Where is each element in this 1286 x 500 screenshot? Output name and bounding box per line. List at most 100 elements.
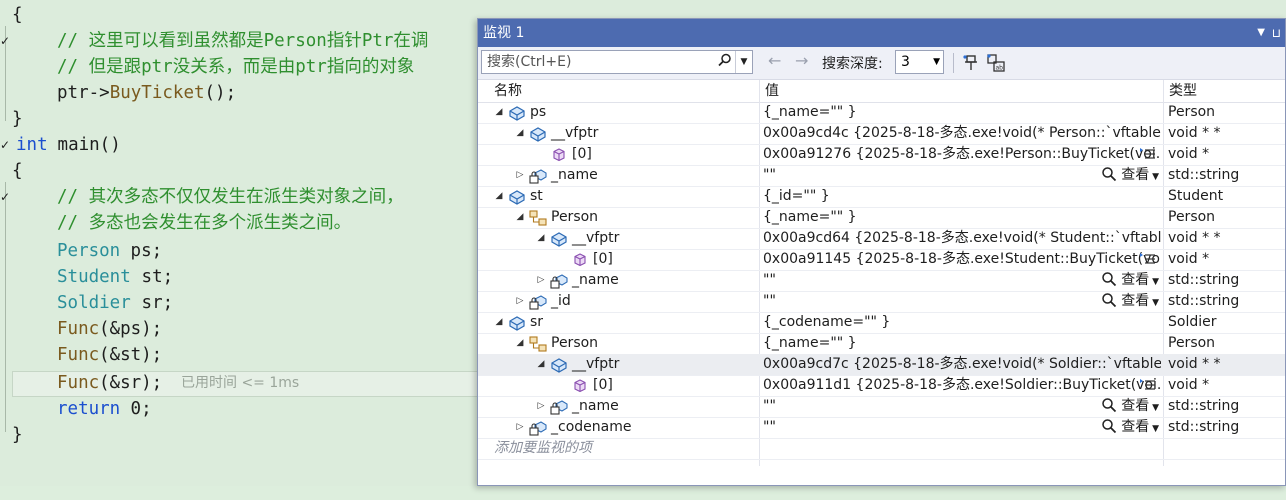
watch-row-value-cell[interactable]: {_name="" }: [763, 333, 1161, 354]
search-options-dropdown-icon[interactable]: ▼: [735, 51, 752, 73]
column-header-name[interactable]: 名称: [494, 80, 522, 102]
watch-row-type: void *: [1168, 146, 1210, 162]
watch-row-value-cell[interactable]: "" 查看 ▼: [763, 291, 1161, 312]
watch-window: 监视 1 ▼ ⊔ 搜索(Ctrl+E) ▼ ← → 搜索深度: 3 ▼ ab 名…: [477, 18, 1286, 486]
viewer-button[interactable]: 查看 ▼: [1101, 165, 1159, 186]
code-comment: // 多态也会发生在多个派生类之间。: [57, 213, 352, 233]
collapse-triangle-icon[interactable]: ◢: [494, 102, 504, 123]
collapse-triangle-icon[interactable]: ◢: [515, 207, 525, 228]
collapse-chevron-icon[interactable]: ✓: [0, 132, 14, 158]
collapse-chevron-icon[interactable]: ✓: [0, 184, 14, 210]
watch-title-bar[interactable]: 监视 1 ▼ ⊔: [478, 19, 1285, 47]
watch-row[interactable]: ▷ _name "" 查看 ▼ std::string: [478, 165, 1285, 187]
watch-row-value-cell[interactable]: 0x00a9cd64 {2025-8-18-多态.exe!void(* Stud…: [763, 228, 1161, 249]
code-line: Func (&st);: [0, 342, 162, 368]
expand-triangle-icon[interactable]: ▷: [536, 270, 546, 291]
watch-row-value-cell[interactable]: 0x00a911d1 {2025-8-18-多态.exe!Soldier::Bu…: [763, 375, 1161, 396]
watch-row[interactable]: ◢ Person {_name="" } Person: [478, 333, 1285, 355]
search-next-icon[interactable]: →: [795, 51, 808, 70]
window-menu-icon[interactable]: ▼: [1257, 19, 1265, 47]
hex-display-icon[interactable]: ab: [986, 53, 1006, 73]
watch-row-value: {_codename="" }: [763, 314, 891, 330]
collapse-triangle-icon[interactable]: ◢: [536, 354, 546, 375]
expand-triangle-icon[interactable]: ▷: [515, 165, 525, 186]
collapse-triangle-icon[interactable]: ◢: [494, 186, 504, 207]
viewer-label: 查看: [1121, 167, 1150, 183]
watch-row-value-cell[interactable]: {_codename="" }: [763, 312, 1161, 333]
viewer-button[interactable]: 查看 ▼: [1101, 417, 1159, 438]
expand-triangle-icon[interactable]: ▷: [536, 396, 546, 417]
viewer-button[interactable]: 查看 ▼: [1101, 291, 1159, 312]
watch-row-value-cell[interactable]: 0x00a9cd7c {2025-8-18-多态.exe!void(* Sold…: [763, 354, 1161, 375]
watch-row-value-cell[interactable]: {_id="" }: [763, 186, 1161, 207]
type-name: Student: [57, 267, 131, 287]
watch-row-value: "": [763, 272, 776, 288]
viewer-button[interactable]: 查看 ▼: [1101, 396, 1159, 417]
watch-row-name: _id: [551, 293, 571, 309]
watch-row[interactable]: [0] 0x00a911d1 {2025-8-18-多态.exe!Soldier:…: [478, 375, 1285, 397]
search-input[interactable]: 搜索(Ctrl+E) ▼: [481, 50, 753, 74]
search-previous-icon[interactable]: ←: [768, 51, 781, 70]
search-icon[interactable]: [718, 53, 732, 67]
column-header-type[interactable]: 类型: [1169, 80, 1197, 102]
format-list-icon[interactable]: [1139, 378, 1157, 392]
watch-row-value-cell[interactable]: "" 查看 ▼: [763, 396, 1161, 417]
code-comment: // 这里可以看到虽然都是Person指针Ptr在调: [57, 31, 429, 51]
watch-row-value-cell[interactable]: {_name="" }: [763, 207, 1161, 228]
watch-row[interactable]: ◢ __vfptr 0x00a9cd4c {2025-8-18-多态.exe!voi…: [478, 123, 1285, 145]
collapse-triangle-icon[interactable]: ◢: [515, 333, 525, 354]
watch-row-value-cell[interactable]: "" 查看 ▼: [763, 270, 1161, 291]
watch-row[interactable]: ▷ _name "" 查看 ▼ std::string: [478, 396, 1285, 418]
watch-row[interactable]: [0] 0x00a91276 {2025-8-18-多态.exe!Person::…: [478, 144, 1285, 166]
watch-row-value-cell[interactable]: {_name="" }: [763, 102, 1161, 123]
watch-row[interactable]: ◢ __vfptr 0x00a9cd64 {2025-8-18-多态.exe!voi…: [478, 228, 1285, 250]
search-depth-select[interactable]: 3 ▼: [895, 50, 944, 74]
watch-row-name: Person: [551, 335, 599, 351]
watch-row[interactable]: ▷ _id "" 查看 ▼ std::string: [478, 291, 1285, 313]
add-watch-row[interactable]: 添加要监视的项: [478, 438, 1285, 460]
watch-row-name: _codename: [551, 419, 632, 435]
collapse-triangle-icon[interactable]: ◢: [494, 312, 504, 333]
watch-row[interactable]: ▷ _name "" 查看 ▼ std::string: [478, 270, 1285, 292]
magnifier-icon: [1102, 167, 1116, 182]
format-list-icon[interactable]: [1139, 252, 1157, 266]
dock-icon[interactable]: ⊔: [1272, 19, 1281, 47]
expand-triangle-icon[interactable]: ▷: [515, 291, 525, 312]
magnifier-icon: [1102, 398, 1116, 413]
watch-row-type: std::string: [1168, 293, 1240, 309]
chevron-down-icon[interactable]: ▼: [1149, 172, 1159, 182]
column-header-value[interactable]: 值: [765, 80, 779, 102]
format-list-icon[interactable]: [1139, 147, 1157, 161]
watch-row-value: 0x00a911d1 {2025-8-18-多态.exe!Soldier::Bu…: [763, 377, 1161, 393]
viewer-button[interactable]: 查看 ▼: [1101, 270, 1159, 291]
variable-decl: ps;: [120, 241, 163, 261]
pin-icon[interactable]: [962, 53, 982, 73]
watch-row[interactable]: ◢ sr {_codename="" } Soldier: [478, 312, 1285, 334]
chevron-down-icon[interactable]: ▼: [1149, 277, 1159, 287]
code-line: {: [0, 158, 42, 184]
watch-row-value-cell[interactable]: 0x00a91145 {2025-8-18-多态.exe!Student::Bu…: [763, 249, 1161, 270]
chevron-down-icon[interactable]: ▼: [1149, 298, 1159, 308]
watch-row-value: 0x00a9cd7c {2025-8-18-多态.exe!void(* Sold…: [763, 356, 1161, 372]
chevron-down-icon[interactable]: ▼: [1149, 403, 1159, 413]
watch-row[interactable]: ◢ Person {_name="" } Person: [478, 207, 1285, 229]
private-member-icon: [529, 294, 547, 310]
viewer-label: 查看: [1121, 398, 1150, 414]
watch-row[interactable]: [0] 0x00a91145 {2025-8-18-多态.exe!Student:…: [478, 249, 1285, 271]
expand-triangle-icon[interactable]: ▷: [515, 417, 525, 438]
watch-row[interactable]: ◢ st {_id="" } Student: [478, 186, 1285, 208]
collapse-chevron-icon[interactable]: ✓: [0, 28, 14, 54]
watch-row-name: _name: [551, 167, 598, 183]
watch-row-value-cell[interactable]: "" 查看 ▼: [763, 165, 1161, 186]
collapse-triangle-icon[interactable]: ◢: [515, 123, 525, 144]
collapse-triangle-icon[interactable]: ◢: [536, 228, 546, 249]
watch-row-value-cell[interactable]: 0x00a9cd4c {2025-8-18-多态.exe!void(* Pers…: [763, 123, 1161, 144]
watch-row-name: ps: [530, 104, 547, 120]
watch-row[interactable]: ◢ ps {_name="" } Person: [478, 102, 1285, 124]
watch-row[interactable]: ▷ _codename "" 查看 ▼ std::string: [478, 417, 1285, 439]
watch-row-value-cell[interactable]: 0x00a91276 {2025-8-18-多态.exe!Person::Buy…: [763, 144, 1161, 165]
watch-row[interactable]: ◢ __vfptr 0x00a9cd7c {2025-8-18-多态.exe!voi…: [478, 354, 1285, 376]
watch-row-value-cell[interactable]: "" 查看 ▼: [763, 417, 1161, 438]
chevron-down-icon[interactable]: ▼: [1149, 424, 1159, 434]
brace: {: [12, 161, 23, 181]
